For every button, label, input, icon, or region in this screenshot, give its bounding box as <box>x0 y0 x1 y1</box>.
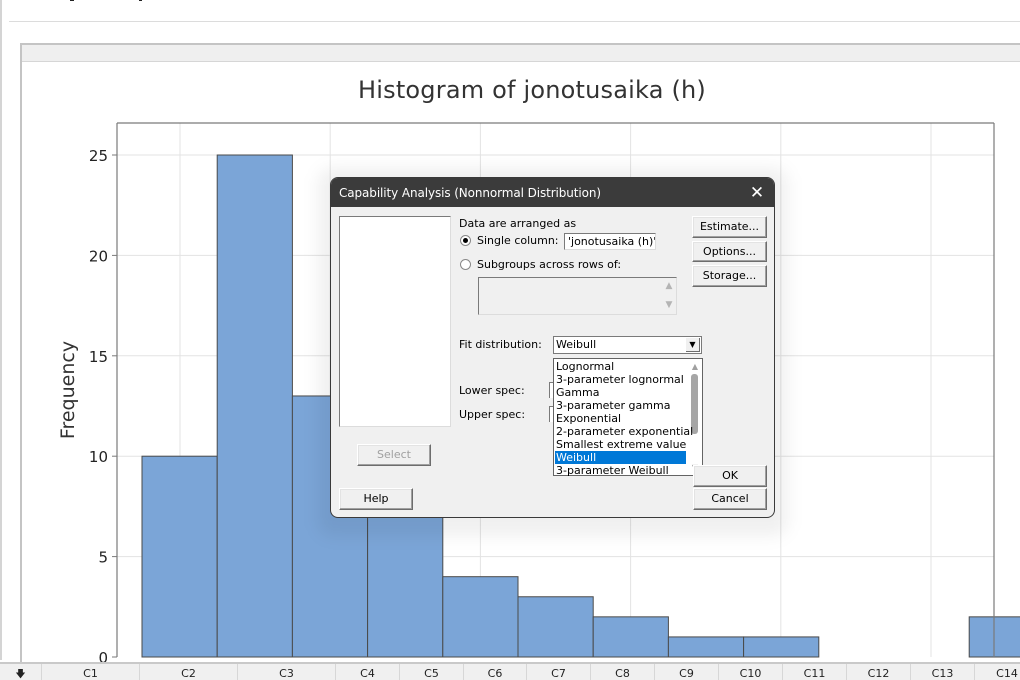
single-column-radio[interactable] <box>460 235 471 246</box>
column-header-c6[interactable]: C6 <box>464 664 527 680</box>
fit-distribution-select[interactable]: Weibull ▼ <box>553 336 702 354</box>
distribution-option[interactable]: Gamma <box>555 386 686 399</box>
distribution-option[interactable]: Smallest extreme value <box>555 438 686 451</box>
subgroups-input[interactable]: ▲ ▼ <box>478 277 677 315</box>
y-tick-label: 10 <box>89 448 108 466</box>
y-tick-label: 20 <box>89 247 108 265</box>
histogram-bar <box>216 154 293 658</box>
column-header-c10[interactable]: C10 <box>719 664 783 680</box>
single-column-input[interactable]: 'jonotusaika (h)' <box>564 233 656 250</box>
histogram-bar <box>442 576 519 658</box>
histogram-bar <box>141 455 218 658</box>
upper-spec-label: Upper spec: <box>459 408 526 421</box>
storage-button[interactable]: Storage... <box>692 265 767 287</box>
column-header-c8[interactable]: C8 <box>591 664 655 680</box>
estimate-button[interactable]: Estimate... <box>692 216 767 238</box>
cancel-button[interactable]: Cancel <box>693 488 767 510</box>
column-header-c1[interactable]: C1 <box>42 664 140 680</box>
minitab-workspace: Histogram of jonotusaika (h) Frequency 0… <box>0 0 1020 680</box>
column-header-c14[interactable]: C14 <box>975 664 1020 680</box>
column-header-c3[interactable]: C3 <box>238 664 336 680</box>
capability-analysis-dialog: Capability Analysis (Nonnormal Distribut… <box>330 177 775 518</box>
down-arrow-icon: 🡇 <box>15 669 26 680</box>
histogram-bar <box>667 636 745 658</box>
ok-button[interactable]: OK <box>693 465 767 487</box>
histogram-bar <box>743 636 820 658</box>
distribution-option[interactable]: 2-parameter exponential <box>555 425 693 438</box>
distribution-option[interactable]: 3-parameter gamma <box>555 399 686 412</box>
column-header-c2[interactable]: C2 <box>140 664 238 680</box>
fit-distribution-label: Fit distribution: <box>459 338 542 351</box>
options-button[interactable]: Options... <box>692 241 767 262</box>
distribution-option[interactable]: 3-parameter Weibull <box>555 464 686 477</box>
dropdown-scrollbar[interactable]: ▲ ▼ <box>687 359 702 475</box>
column-header-c12[interactable]: C12 <box>847 664 911 680</box>
column-header-c5[interactable]: C5 <box>400 664 464 680</box>
distribution-option[interactable]: 3-parameter lognormal <box>555 373 686 386</box>
distribution-option[interactable]: Weibull <box>555 451 686 464</box>
worksheet-column-headers: 🡇 C1 C2 C3 C4 C5 C6 C7 C8 C9 C10 C11 C12 C13 C14 <box>0 662 1020 680</box>
help-button[interactable]: Help <box>339 488 413 510</box>
select-button[interactable]: Select <box>357 444 431 466</box>
column-header-c7[interactable]: C7 <box>527 664 591 680</box>
single-column-label: Single column: <box>477 234 559 247</box>
y-tick-label: 15 <box>89 348 108 366</box>
distribution-option[interactable]: Lognormal <box>555 360 686 373</box>
column-header-c11[interactable]: C11 <box>783 664 847 680</box>
close-icon[interactable]: ✕ <box>746 182 768 204</box>
variable-list[interactable] <box>339 216 451 427</box>
row-arrow-cell[interactable]: 🡇 <box>0 664 42 680</box>
histogram-bar <box>592 616 669 658</box>
subgroups-radio[interactable] <box>460 259 471 270</box>
distribution-option[interactable]: Exponential <box>555 412 686 425</box>
dialog-titlebar[interactable]: Capability Analysis (Nonnormal Distribut… <box>331 178 774 207</box>
column-header-c9[interactable]: C9 <box>655 664 719 680</box>
subgroups-label: Subgroups across rows of: <box>477 258 622 271</box>
scroll-up-icon[interactable]: ▲ <box>690 362 700 372</box>
lower-spec-label: Lower spec: <box>459 384 525 397</box>
dialog-title: Capability Analysis (Nonnormal Distribut… <box>339 186 601 200</box>
chevron-down-icon[interactable]: ▼ <box>686 338 700 352</box>
scroll-down-icon: ▼ <box>665 300 673 310</box>
distribution-dropdown-list[interactable]: ▲ ▼ Lognormal3-parameter lognormalGamma3… <box>553 358 703 477</box>
data-arranged-label: Data are arranged as <box>459 217 577 230</box>
column-header-c4[interactable]: C4 <box>336 664 400 680</box>
y-tick-label: 0 <box>98 649 108 662</box>
scroll-up-icon: ▲ <box>665 281 673 291</box>
fit-distribution-value: Weibull <box>556 338 597 351</box>
histogram-bar <box>517 596 594 658</box>
y-tick-label: 5 <box>98 549 108 567</box>
column-header-c13[interactable]: C13 <box>911 664 975 680</box>
y-tick-label: 25 <box>89 147 108 165</box>
